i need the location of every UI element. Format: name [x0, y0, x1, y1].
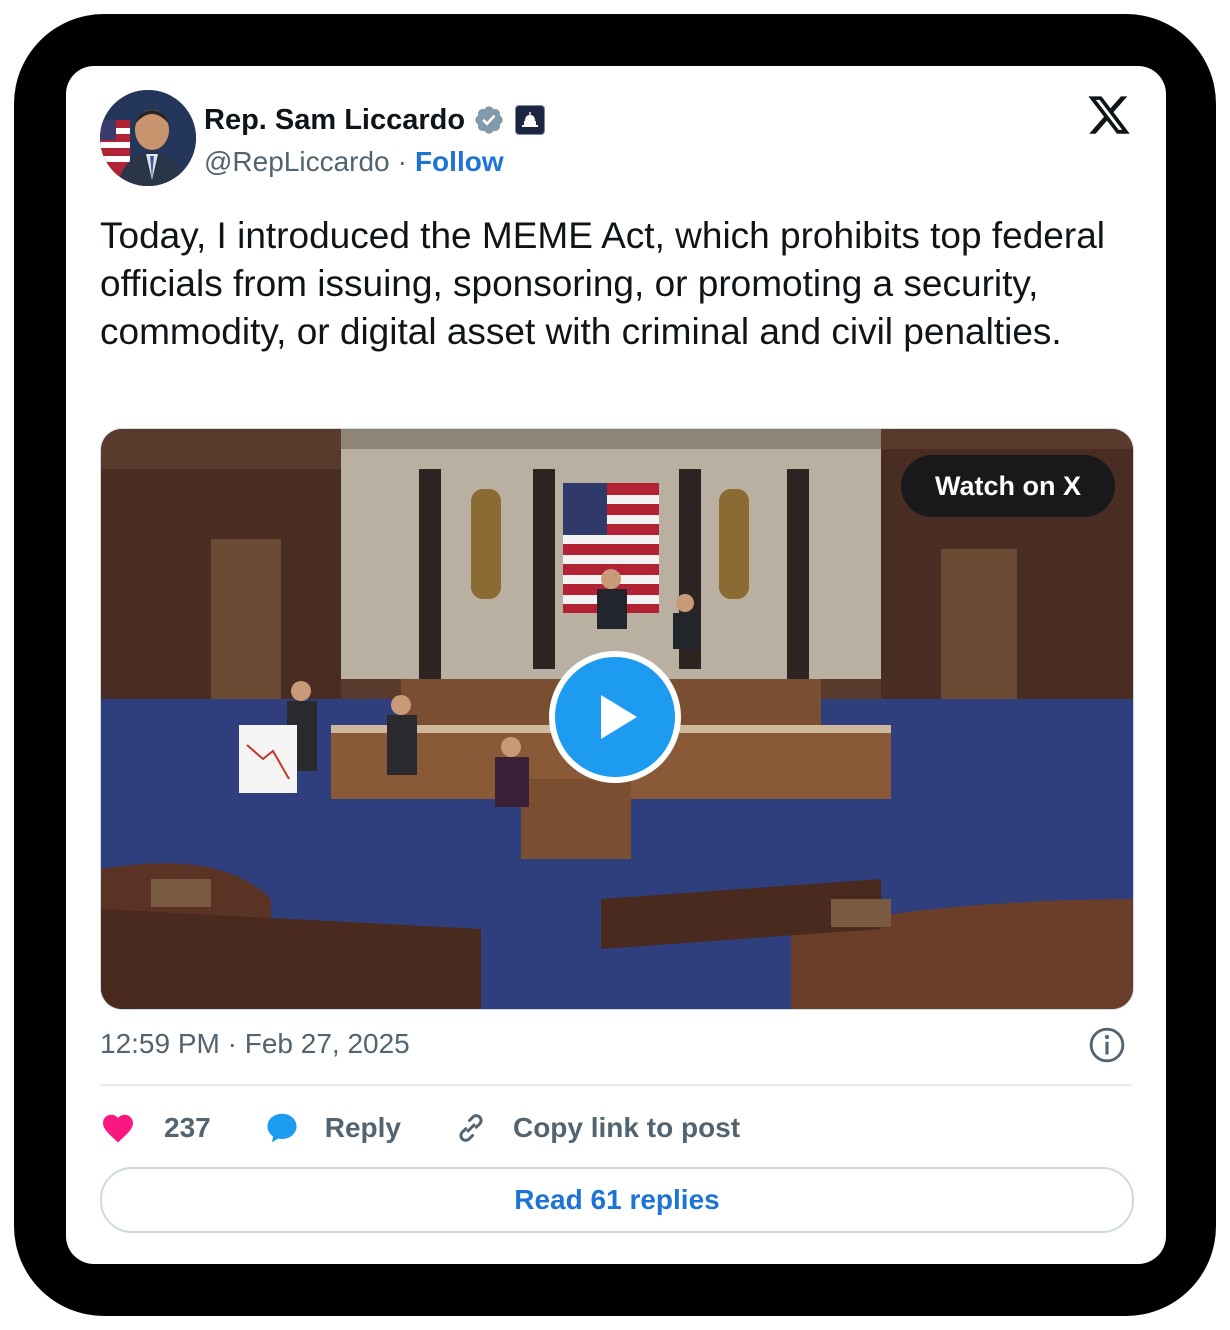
author-handle[interactable]: @RepLiccardo: [204, 146, 390, 178]
follow-button[interactable]: Follow: [415, 146, 504, 178]
info-icon[interactable]: [1088, 1026, 1126, 1064]
separator-dot: ·: [397, 146, 407, 177]
capitol-icon: [515, 105, 546, 135]
verified-badge-icon: [475, 106, 503, 134]
reply-button[interactable]: Reply: [263, 1110, 401, 1146]
action-bar: 237 Reply Copy link to post: [100, 1106, 792, 1150]
tweet-timestamp[interactable]: 12:59 PM · Feb 27, 2025: [100, 1028, 410, 1060]
heart-icon: [103, 1114, 133, 1143]
like-count: 237: [164, 1112, 211, 1143]
tweet-card: Rep. Sam Liccardo @RepLiccardo · Follow …: [66, 66, 1166, 1264]
author-name[interactable]: Rep. Sam Liccardo: [204, 104, 465, 137]
read-replies-button[interactable]: Read 61 replies: [100, 1167, 1134, 1233]
reply-bubble-icon: [267, 1113, 297, 1143]
copy-link-label: Copy link to post: [512, 1112, 741, 1143]
x-logo-icon[interactable]: [1086, 92, 1132, 138]
reply-label: Reply: [324, 1112, 401, 1143]
tweet-text: Today, I introduced the MEME Act, which …: [100, 215, 1105, 352]
link-icon: [459, 1114, 483, 1142]
copy-link-button[interactable]: Copy link to post: [453, 1110, 740, 1146]
like-button[interactable]: 237: [100, 1110, 211, 1146]
video-player[interactable]: Watch on X: [100, 428, 1134, 1010]
play-icon: [601, 695, 637, 739]
play-button[interactable]: [549, 651, 681, 783]
avatar[interactable]: [100, 90, 196, 186]
watch-on-x-button[interactable]: Watch on X: [901, 455, 1115, 517]
divider: [100, 1084, 1132, 1086]
